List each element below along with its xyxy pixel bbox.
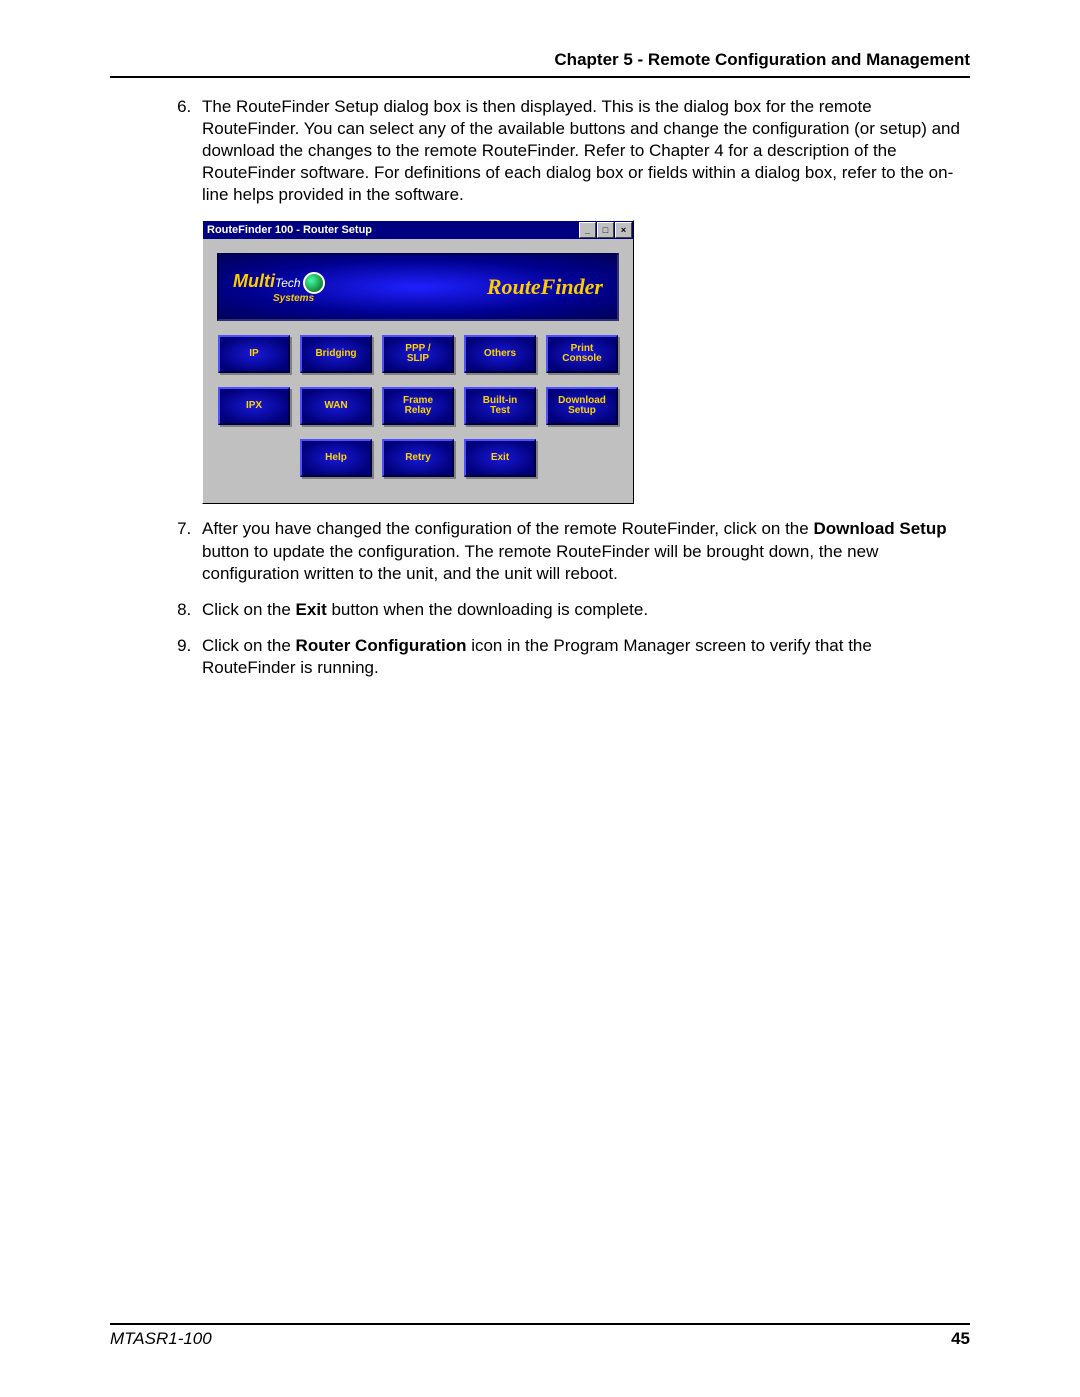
page-number: 45 xyxy=(951,1329,970,1349)
others-button[interactable]: Others xyxy=(464,335,536,373)
exit-button[interactable]: Exit xyxy=(464,439,536,477)
button-row-1: IP Bridging PPP / SLIP Others Print Cons… xyxy=(203,335,633,373)
step-9: Click on the Router Configuration icon i… xyxy=(196,635,970,679)
step-6-text: The RouteFinder Setup dialog box is then… xyxy=(202,96,970,206)
step-7: After you have changed the configuration… xyxy=(196,518,970,584)
wan-button[interactable]: WAN xyxy=(300,387,372,425)
routefinder-logo: RouteFinder xyxy=(487,273,603,302)
router-setup-dialog: RouteFinder 100 - Router Setup _ □ × Mul… xyxy=(202,220,634,504)
dialog-titlebar: RouteFinder 100 - Router Setup _ □ × xyxy=(203,221,633,239)
close-button[interactable]: × xyxy=(615,222,632,238)
builtin-test-button[interactable]: Built-in Test xyxy=(464,387,536,425)
print-console-button[interactable]: Print Console xyxy=(546,335,618,373)
page-footer: MTASR1-100 45 xyxy=(110,1323,970,1349)
frame-relay-button[interactable]: Frame Relay xyxy=(382,387,454,425)
minimize-button[interactable]: _ xyxy=(579,222,596,238)
ip-button[interactable]: IP xyxy=(218,335,290,373)
button-row-3: Help Retry Exit xyxy=(203,439,633,477)
dialog-title: RouteFinder 100 - Router Setup xyxy=(207,223,372,237)
dialog-banner: MultiTech Systems RouteFinder xyxy=(217,253,619,321)
step-7-text: After you have changed the configuration… xyxy=(202,518,970,584)
step-list: The RouteFinder Setup dialog box is then… xyxy=(110,96,970,679)
step-9-text: Click on the Router Configuration icon i… xyxy=(202,635,970,679)
step-8: Click on the Exit button when the downlo… xyxy=(196,599,970,621)
maximize-button[interactable]: □ xyxy=(597,222,614,238)
step-6: The RouteFinder Setup dialog box is then… xyxy=(196,96,970,504)
help-button[interactable]: Help xyxy=(300,439,372,477)
orb-icon xyxy=(303,272,325,294)
button-row-2: IPX WAN Frame Relay Built-in Test Downlo… xyxy=(203,387,633,425)
multitech-logo: MultiTech Systems xyxy=(233,270,325,304)
ipx-button[interactable]: IPX xyxy=(218,387,290,425)
bridging-button[interactable]: Bridging xyxy=(300,335,372,373)
footer-left: MTASR1-100 xyxy=(110,1329,212,1348)
page-header: Chapter 5 - Remote Configuration and Man… xyxy=(110,50,970,78)
download-setup-button[interactable]: Download Setup xyxy=(546,387,618,425)
step-8-text: Click on the Exit button when the downlo… xyxy=(202,599,970,621)
retry-button[interactable]: Retry xyxy=(382,439,454,477)
ppp-slip-button[interactable]: PPP / SLIP xyxy=(382,335,454,373)
